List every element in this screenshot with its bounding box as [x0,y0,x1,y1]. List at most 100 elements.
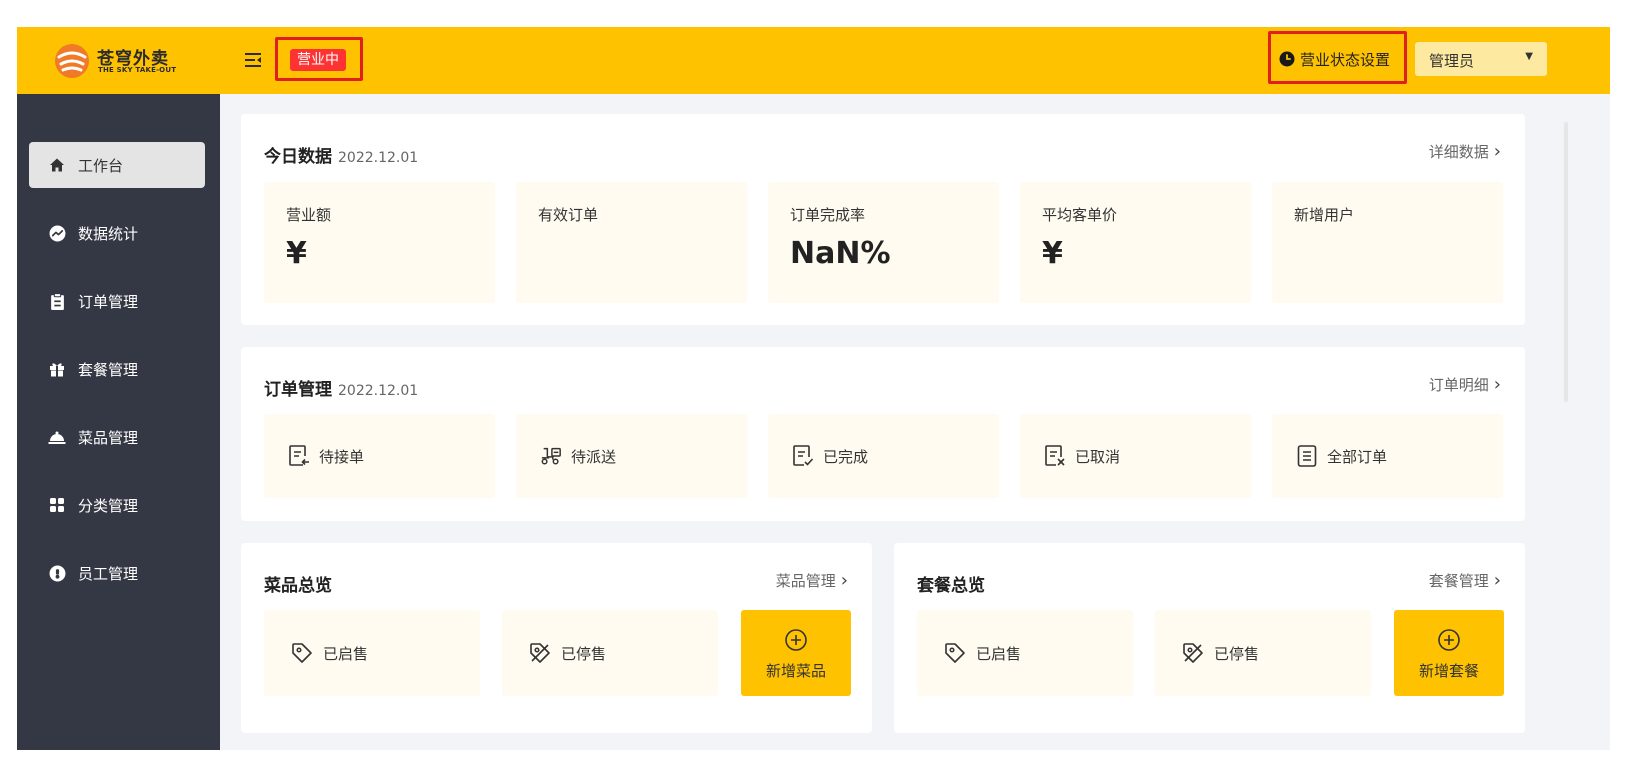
setmeal-management-label: 套餐管理 [1428,572,1489,590]
sidebar-item-workbench[interactable]: 工作台 [29,142,205,188]
menu-fold-icon[interactable] [243,50,263,70]
chart-icon [48,224,66,242]
sidebar-item-statistics[interactable]: 数据统计 [29,210,205,256]
sidebar-item-setmeals[interactable]: 套餐管理 [29,346,205,392]
stat-tile-valid-orders: 有效订单 [516,182,747,303]
order-tile-completed[interactable]: 已完成 [768,414,999,498]
add-setmeal-button[interactable]: 新增套餐 [1394,610,1504,696]
brand-tagline: THE SKY TAKE-OUT [98,66,177,74]
sidebar-item-label: 员工管理 [78,564,139,583]
clipboard-icon [48,292,66,310]
sidebar-item-label: 工作台 [78,156,124,175]
card-title: 今日数据 2022.12.01 [264,142,418,167]
grid-icon [48,496,66,514]
stat-tile-completion-rate: 订单完成率 NaN% [768,182,999,303]
tag-off-icon [1181,641,1205,665]
sidebar-item-label: 菜品管理 [78,428,139,447]
dish-on-sale-tile[interactable]: 已启售 [264,610,480,696]
caret-down-icon: ▼ [1525,51,1533,62]
user-dropdown[interactable]: 管理员 ▼ [1415,42,1547,76]
sidebar-item-label: 订单管理 [78,292,139,311]
order-tile-to-deliver[interactable]: 待派送 [516,414,747,498]
setmeal-management-link[interactable]: 套餐管理 › [1429,570,1501,591]
dish-overview-title: 菜品总览 [264,576,332,596]
delivery-icon [540,444,562,468]
sidebar-item-categories[interactable]: 分类管理 [29,482,205,528]
order-detail-link[interactable]: 订单明细 › [1429,374,1501,395]
card-title: 订单管理 2022.12.01 [264,375,418,400]
app-window: 苍穹外卖 THE SKY TAKE-OUT 营业中 营业状态设置 管理员 ▼ 工… [17,27,1610,750]
tag-icon [943,641,967,665]
setmeal-on-sale-tile[interactable]: 已启售 [917,610,1133,696]
stat-value: NaN% [790,236,891,271]
detail-data-label: 详细数据 [1428,143,1489,161]
dish-management-label: 菜品管理 [775,572,836,590]
stat-value: ¥ [1042,236,1063,271]
today-title: 今日数据 [264,147,332,167]
setmeal-off-sale-label: 已停售 [1214,644,1260,663]
stat-value: ¥ [286,236,307,271]
today-date: 2022.12.01 [338,150,419,166]
sidebar: 工作台 数据统计 订单管理 套餐管理 菜品管理 分类管理 员工管理 [17,94,220,750]
shop-status-highlight: 营业中 [275,37,363,81]
sidebar-item-orders[interactable]: 订单管理 [29,278,205,324]
employee-icon [48,564,66,582]
shop-status-badge: 营业中 [290,49,346,71]
stat-tile-new-users: 新增用户 [1272,182,1503,303]
order-tile-label: 已完成 [823,447,869,466]
stat-label: 有效订单 [538,206,599,224]
setmeal-overview-card: 套餐总览 套餐管理 › 已启售 已停售 新增套餐 [894,543,1525,733]
stat-tile-avg-price: 平均客单价 ¥ [1020,182,1251,303]
setmeal-off-sale-tile[interactable]: 已停售 [1155,610,1371,696]
pending-order-icon [288,444,310,468]
chevron-right-icon: › [1493,570,1501,591]
status-setting-label: 营业状态设置 [1300,50,1391,69]
detail-data-link[interactable]: 详细数据 › [1429,141,1501,162]
sidebar-item-label: 分类管理 [78,496,139,515]
add-setmeal-label: 新增套餐 [1418,662,1479,680]
completed-order-icon [792,444,814,468]
logo[interactable]: 苍穹外卖 THE SKY TAKE-OUT [53,42,198,80]
tag-off-icon [528,641,552,665]
chevron-right-icon: › [1493,374,1501,395]
dish-overview-card: 菜品总览 菜品管理 › 已启售 已停售 新增菜品 [241,543,872,733]
home-icon [48,156,66,174]
plus-circle-icon [785,629,807,651]
dish-on-sale-label: 已启售 [323,644,369,663]
add-dish-button[interactable]: 新增菜品 [741,610,851,696]
stat-label: 新增用户 [1294,206,1355,224]
stat-label: 订单完成率 [790,206,866,224]
orders-title: 订单管理 [264,380,332,400]
sidebar-item-label: 套餐管理 [78,360,139,379]
logo-icon [55,44,89,78]
order-tile-all[interactable]: 全部订单 [1272,414,1503,498]
setmeal-on-sale-label: 已启售 [976,644,1022,663]
chevron-right-icon: › [840,570,848,591]
all-orders-icon [1296,444,1318,468]
order-tile-pending[interactable]: 待接单 [264,414,495,498]
orders-date: 2022.12.01 [338,383,419,399]
status-setting-button[interactable]: 营业状态设置 [1279,48,1390,70]
plus-circle-icon [1438,629,1460,651]
cloche-icon [48,428,66,446]
sidebar-item-employees[interactable]: 员工管理 [29,550,205,596]
tag-icon [290,641,314,665]
clock-icon [1279,51,1295,67]
vertical-scrollbar[interactable] [1564,122,1568,402]
dish-management-link[interactable]: 菜品管理 › [776,570,848,591]
setmeal-overview-title: 套餐总览 [917,576,985,596]
order-tile-label: 待派送 [571,447,617,466]
today-data-card: 今日数据 2022.12.01 详细数据 › 营业额 ¥ 有效订单 订单完成率 Na… [241,114,1525,325]
stat-tile-revenue: 营业额 ¥ [264,182,495,303]
chevron-right-icon: › [1493,141,1501,162]
user-name: 管理员 [1429,52,1475,70]
order-tile-cancelled[interactable]: 已取消 [1020,414,1251,498]
dish-off-sale-tile[interactable]: 已停售 [502,610,718,696]
dish-off-sale-label: 已停售 [561,644,607,663]
sidebar-item-dishes[interactable]: 菜品管理 [29,414,205,460]
stat-label: 平均客单价 [1042,206,1118,224]
top-header: 苍穹外卖 THE SKY TAKE-OUT 营业中 营业状态设置 管理员 ▼ [17,27,1610,94]
main-content: 今日数据 2022.12.01 详细数据 › 营业额 ¥ 有效订单 订单完成率 Na… [220,94,1610,750]
cancelled-order-icon [1044,444,1066,468]
order-tile-label: 全部订单 [1327,447,1388,466]
